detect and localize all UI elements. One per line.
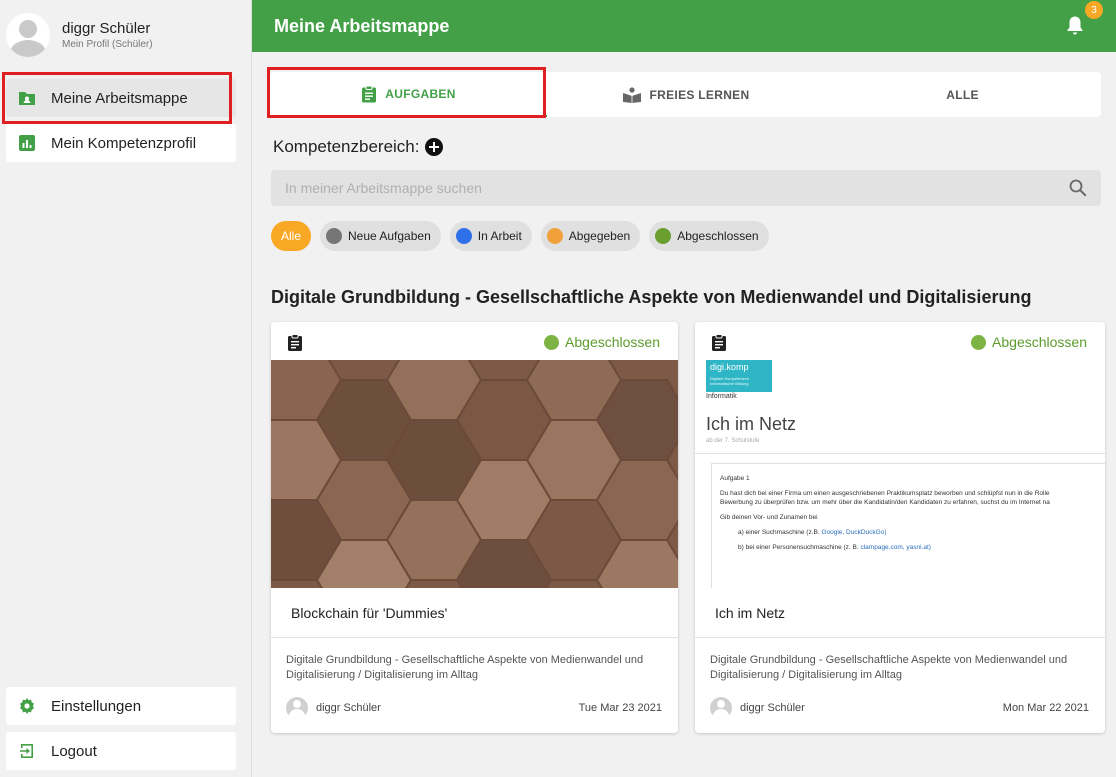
avatar bbox=[286, 697, 308, 719]
status-dot bbox=[546, 228, 563, 244]
sidebar: diggr Schüler Mein Profil (Schüler) Mein… bbox=[0, 0, 252, 777]
filter-chip-alle[interactable]: Alle bbox=[271, 221, 312, 251]
tab-freies-lernen[interactable]: FREIES LERNEN bbox=[547, 72, 824, 117]
digikomp-logo: digi.komp Digitale Kompetenzen Informati… bbox=[706, 360, 772, 392]
add-circle-icon[interactable] bbox=[425, 138, 444, 156]
status-badge: Abgeschlossen bbox=[544, 334, 660, 350]
card-author: diggr Schüler bbox=[286, 697, 381, 719]
task-card[interactable]: Abgeschlossen Blockchain für 'Dummies' D… bbox=[271, 322, 678, 733]
profile-block[interactable]: diggr Schüler Mein Profil (Schüler) bbox=[6, 13, 153, 57]
gear-icon bbox=[18, 697, 36, 715]
sidebar-item-logout[interactable]: Logout bbox=[6, 732, 236, 770]
bell-icon[interactable] bbox=[1066, 13, 1088, 37]
folder-user-icon bbox=[18, 89, 36, 107]
tab-aufgaben[interactable]: AUFGABEN bbox=[270, 72, 547, 117]
page-title: Meine Arbeitsmappe bbox=[274, 15, 450, 36]
card-thumbnail-hexagons bbox=[271, 360, 678, 588]
status-dot bbox=[455, 228, 472, 244]
avatar bbox=[710, 697, 732, 719]
card-date: Tue Mar 23 2021 bbox=[578, 702, 662, 714]
sidebar-item-kompetenzprofil[interactable]: Mein Kompetenzprofil bbox=[6, 124, 236, 162]
filter-chip-neue-aufgaben[interactable]: Neue Aufgaben bbox=[320, 221, 441, 251]
section-title: Digitale Grundbildung - Gesellschaftlich… bbox=[271, 287, 1032, 307]
search-icon[interactable] bbox=[1068, 178, 1088, 198]
logout-icon bbox=[18, 742, 36, 760]
tab-label: ALLE bbox=[946, 87, 979, 102]
sidebar-item-arbeitsmappe[interactable]: Meine Arbeitsmappe bbox=[6, 79, 236, 117]
profile-name: diggr Schüler bbox=[62, 20, 151, 37]
card-description: Digitale Grundbildung - Gesellschaftlich… bbox=[710, 654, 1068, 681]
sidebar-item-label: Einstellungen bbox=[51, 697, 142, 715]
clipboard-icon bbox=[712, 333, 726, 351]
kompetenz-filter: Kompetenzbereich: bbox=[273, 137, 444, 157]
clipboard-icon bbox=[288, 333, 302, 351]
status-dot bbox=[326, 228, 343, 244]
sidebar-item-label: Meine Arbeitsmappe bbox=[51, 89, 188, 107]
document-excerpt: Aufgabe 1 Du hast dich bei einer Firma u… bbox=[711, 463, 1105, 588]
status-dot bbox=[971, 334, 987, 350]
status-filter-chips: Alle Neue Aufgaben In Arbeit Abgegeben A… bbox=[271, 221, 769, 251]
card-title: Ich im Netz bbox=[715, 605, 786, 621]
filter-chip-abgeschlossen[interactable]: Abgeschlossen bbox=[649, 221, 769, 251]
avatar bbox=[6, 13, 50, 57]
card-title: Blockchain für 'Dummies' bbox=[291, 605, 448, 621]
tab-label: AUFGABEN bbox=[385, 86, 456, 101]
clipboard-icon bbox=[362, 85, 377, 102]
task-card[interactable]: Abgeschlossen digi.komp Digitale Kompete… bbox=[695, 322, 1105, 733]
card-thumbnail-document: digi.komp Digitale Kompetenzen Informati… bbox=[695, 360, 1105, 588]
reading-icon bbox=[622, 86, 641, 103]
status-dot bbox=[544, 334, 560, 350]
kompetenz-label: Kompetenzbereich: bbox=[273, 137, 420, 156]
notification-badge: 3 bbox=[1085, 1, 1103, 19]
tab-alle[interactable]: ALLE bbox=[824, 72, 1101, 117]
sidebar-item-label: Logout bbox=[51, 742, 97, 760]
search-input[interactable] bbox=[271, 170, 1101, 206]
card-description: Digitale Grundbildung - Gesellschaftlich… bbox=[286, 654, 644, 681]
tab-bar: AUFGABEN FREIES LERNEN ALLE bbox=[270, 72, 1101, 117]
status-badge: Abgeschlossen bbox=[971, 334, 1087, 350]
tab-label: FREIES LERNEN bbox=[649, 87, 750, 102]
filter-chip-abgegeben[interactable]: Abgegeben bbox=[540, 221, 641, 251]
profile-subtitle: Mein Profil (Schüler) bbox=[62, 39, 153, 50]
sidebar-item-label: Mein Kompetenzprofil bbox=[51, 134, 197, 152]
card-author: diggr Schüler bbox=[710, 697, 805, 719]
bar-chart-icon bbox=[18, 134, 36, 152]
app-header: Meine Arbeitsmappe 3 bbox=[252, 0, 1116, 52]
card-date: Mon Mar 22 2021 bbox=[1002, 702, 1089, 714]
status-dot bbox=[655, 228, 672, 244]
sidebar-item-einstellungen[interactable]: Einstellungen bbox=[6, 687, 236, 725]
filter-chip-in-arbeit[interactable]: In Arbeit bbox=[449, 221, 532, 251]
